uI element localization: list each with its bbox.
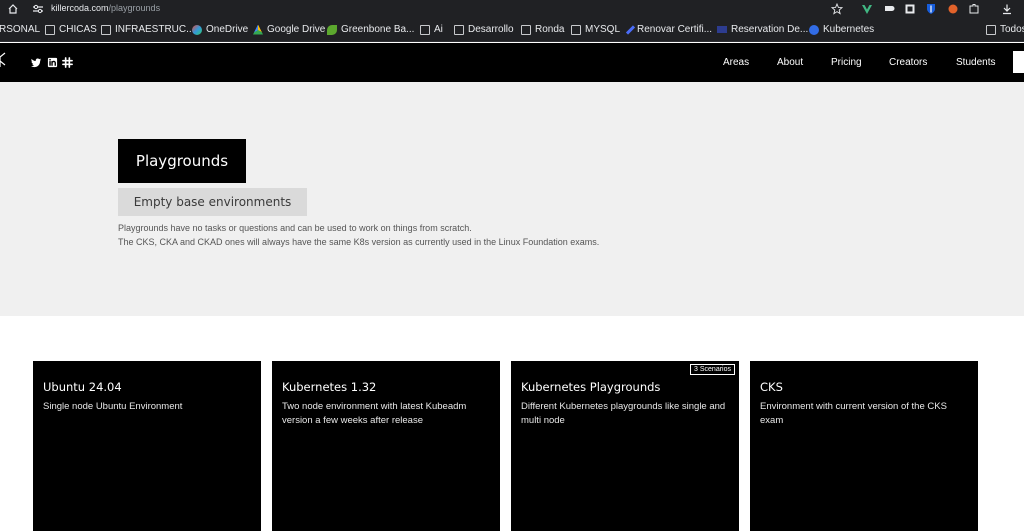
bookmark-reservation[interactable]: Reservation De... (717, 24, 808, 35)
bookmark-label: Renovar Certifi... (637, 24, 713, 35)
card-description: Different Kubernetes playgrounds like si… (521, 401, 726, 426)
hero-description-line: The CKS, CKA and CKAD ones will always h… (118, 237, 600, 247)
killercoda-logo[interactable] (0, 51, 8, 73)
bookmark-label: INFRAESTRUC... (115, 24, 195, 35)
google-drive-icon (253, 24, 263, 35)
hero-description-line: Playgrounds have no tasks or questions a… (118, 223, 472, 233)
vue-devtools-icon[interactable] (861, 3, 873, 15)
folder-icon (454, 24, 464, 35)
extension-orange-icon[interactable] (947, 3, 959, 15)
playground-card-cks[interactable]: CKS Environment with current version of … (750, 361, 978, 531)
bitwarden-icon[interactable] (925, 3, 937, 15)
card-title: Kubernetes Playgrounds (521, 380, 661, 394)
playground-card-kubernetes-playgrounds[interactable]: 3 Scenarios Kubernetes Playgrounds Diffe… (511, 361, 739, 531)
twitter-icon[interactable] (31, 57, 42, 68)
bookmark-rsonal[interactable]: RSONAL (0, 24, 40, 35)
browser-address-bar: killercoda.com/playgrounds (0, 0, 1024, 19)
bookmarks-bar: RSONAL CHICAS INFRAESTRUC... OneDrive Go… (0, 19, 1024, 42)
bookmark-chicas[interactable]: CHICAS (45, 24, 97, 35)
url-host: killercoda.com (51, 3, 109, 13)
bookmark-label: OneDrive (206, 24, 249, 35)
page-subtitle: Empty base environments (118, 188, 307, 216)
site-settings-icon[interactable] (32, 3, 44, 15)
bookmark-desarrollo[interactable]: Desarrollo (454, 24, 514, 35)
slack-icon[interactable] (62, 57, 73, 68)
nav-link-about[interactable]: About (777, 57, 803, 68)
extension-box-icon[interactable] (904, 3, 916, 15)
bookmark-label: Ronda (535, 24, 565, 35)
reservation-icon (717, 26, 727, 33)
extensions-puzzle-icon[interactable] (968, 3, 980, 15)
folder-icon (986, 24, 996, 35)
bookmark-label: Greenbone Ba... (341, 24, 415, 35)
page-title: Playgrounds (118, 139, 246, 183)
pen-icon (625, 24, 636, 35)
bookmark-mysql[interactable]: MYSQL (571, 24, 620, 35)
card-title: Kubernetes 1.32 (282, 380, 377, 394)
card-description: Environment with current version of the … (760, 401, 947, 426)
bookmark-kubernetes[interactable]: Kubernetes (809, 24, 874, 35)
bookmark-google-drive[interactable]: Google Drive (253, 24, 325, 35)
nav-link-areas[interactable]: Areas (723, 57, 749, 68)
bookmark-infraestruc[interactable]: INFRAESTRUC... (101, 24, 194, 35)
nav-link-students[interactable]: Students (956, 57, 995, 68)
playground-card-ubuntu[interactable]: Ubuntu 24.04 Single node Ubuntu Environm… (33, 361, 261, 531)
nav-link-creators[interactable]: Creators (889, 57, 927, 68)
folder-icon (101, 24, 111, 35)
bookmark-ronda[interactable]: Ronda (521, 24, 564, 35)
kubernetes-icon (809, 24, 819, 35)
card-title: Ubuntu 24.04 (43, 380, 122, 394)
card-description: Single node Ubuntu Environment (43, 401, 183, 412)
nav-link-pricing[interactable]: Pricing (831, 57, 862, 68)
folder-icon (521, 24, 531, 35)
header-action-button[interactable] (1013, 51, 1024, 73)
bookmark-label: Ai (434, 24, 443, 35)
bookmark-label: Google Drive (267, 24, 326, 35)
bookmark-renovar[interactable]: Renovar Certifi... (625, 24, 712, 35)
bookmark-label: RSONAL (0, 24, 41, 35)
download-icon[interactable] (1001, 3, 1013, 15)
card-description: Two node environment with latest Kubeadm… (282, 401, 467, 426)
url-field[interactable]: killercoda.com/playgrounds (51, 3, 160, 13)
site-header: Areas About Pricing Creators Students (0, 43, 1024, 82)
linkedin-icon[interactable] (47, 57, 58, 68)
extension-icon[interactable] (883, 3, 895, 15)
card-title: CKS (760, 380, 783, 394)
hero-section: Playgrounds Empty base environments Play… (0, 82, 1024, 316)
bookmark-ai[interactable]: Ai (420, 24, 443, 35)
bookmark-label: Desarrollo (468, 24, 514, 35)
greenbone-icon (327, 24, 337, 35)
playground-card-kubernetes[interactable]: Kubernetes 1.32 Two node environment wit… (272, 361, 500, 531)
bookmark-label: Todos (1000, 24, 1024, 35)
folder-icon (45, 24, 55, 35)
bookmark-label: MYSQL (585, 24, 621, 35)
bookmark-label: Reservation De... (731, 24, 809, 35)
bookmark-label: Kubernetes (823, 24, 875, 35)
url-path: /playgrounds (108, 3, 161, 13)
bookmark-greenbone[interactable]: Greenbone Ba... (327, 24, 414, 35)
home-icon[interactable] (7, 3, 19, 15)
bookmark-onedrive[interactable]: OneDrive (192, 24, 248, 35)
onedrive-icon (192, 24, 202, 35)
scenario-count-badge: 3 Scenarios (690, 364, 735, 375)
bookmark-star-icon[interactable] (831, 3, 843, 15)
folder-icon (571, 24, 581, 35)
bookmark-label: CHICAS (59, 24, 97, 35)
folder-icon (420, 24, 430, 35)
bookmark-todos[interactable]: Todos (986, 24, 1024, 35)
